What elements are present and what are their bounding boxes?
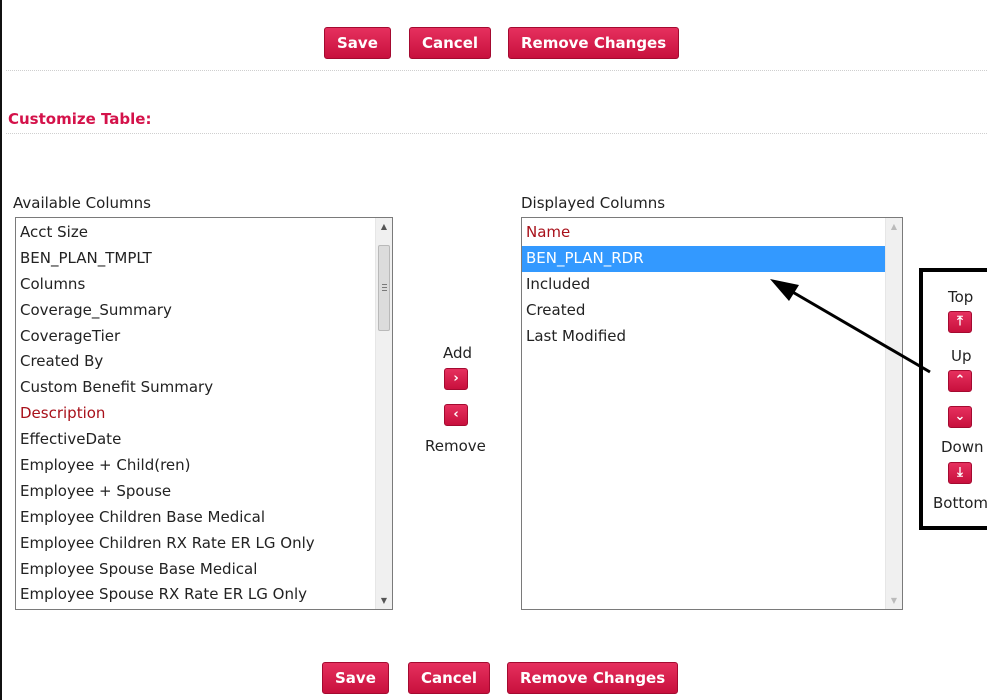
chevron-up-icon: ⌃ (954, 373, 966, 388)
up-label: Up (951, 347, 972, 365)
remove-changes-button-bottom[interactable]: Remove Changes (507, 662, 679, 694)
list-item[interactable]: BEN_PLAN_TMPLT (16, 246, 392, 272)
list-item[interactable]: Custom Benefit Summary (16, 375, 392, 401)
save-button-bottom[interactable]: Save (322, 662, 389, 694)
list-item[interactable]: Employee Children Base Medical (16, 505, 392, 531)
scroll-up-arrow-icon[interactable]: ▲ (886, 218, 902, 235)
move-top-button[interactable]: ⤒ (948, 311, 972, 333)
list-item[interactable]: Acct Size (16, 220, 392, 246)
scroll-thumb[interactable] (378, 245, 390, 331)
list-item[interactable]: Name (522, 220, 902, 246)
remove-label: Remove (425, 437, 486, 455)
displayed-columns-items: Name BEN_PLAN_RDR Included Created Last Modi… (522, 218, 902, 349)
list-item[interactable]: Included (522, 272, 902, 298)
list-item[interactable]: Employee Children RX Rate ER LG Only (16, 531, 392, 557)
scroll-up-arrow-icon[interactable]: ▲ (376, 218, 392, 235)
remove-button[interactable]: ‹ (444, 404, 468, 426)
displayed-columns-list[interactable]: Name BEN_PLAN_RDR Included Created Last Modi… (521, 217, 903, 610)
scroll-down-arrow-icon[interactable]: ▼ (376, 592, 392, 609)
column-order-panel: Top ⤒ Up ⌃ ⌄ Down ⤓ Bottom (919, 268, 987, 530)
chevron-down-icon: ⌄ (954, 409, 966, 424)
list-item[interactable]: Last Modified (522, 324, 902, 350)
displayed-columns-label: Displayed Columns (521, 194, 666, 212)
bottom-label: Bottom (933, 494, 987, 512)
move-up-button[interactable]: ⌃ (948, 370, 972, 392)
list-item[interactable]: Description (16, 401, 392, 427)
displayed-scrollbar[interactable]: ▲ ▼ (885, 218, 902, 609)
list-item[interactable]: EffectiveDate (16, 427, 392, 453)
list-item[interactable]: Created (522, 298, 902, 324)
list-item[interactable]: Created By (16, 349, 392, 375)
cancel-button-bottom[interactable]: Cancel (408, 662, 491, 694)
list-item[interactable]: Employee + Child(ren) (16, 453, 392, 479)
double-chevron-down-icon: ⤓ (957, 465, 963, 480)
down-label: Down (941, 438, 984, 456)
list-item[interactable]: Employee Spouse Base Medical (16, 557, 392, 583)
available-columns-items: Acct Size BEN_PLAN_TMPLT Columns Coverage_S… (16, 218, 392, 608)
chevron-left-icon: ‹ (453, 407, 459, 422)
add-button[interactable]: › (444, 368, 468, 390)
available-columns-list[interactable]: Acct Size BEN_PLAN_TMPLT Columns Coverage_S… (15, 217, 393, 610)
section-title: Customize Table: (8, 110, 152, 128)
cancel-button-top[interactable]: Cancel (409, 27, 492, 59)
available-columns-label: Available Columns (13, 194, 151, 212)
divider-title (6, 133, 987, 134)
list-item[interactable]: CoverageTier (16, 324, 392, 350)
list-item[interactable]: BEN_PLAN_RDR (522, 245, 902, 272)
list-item[interactable]: Coverage_Summary (16, 298, 392, 324)
top-label: Top (948, 288, 974, 306)
move-down-button[interactable]: ⌄ (948, 406, 972, 428)
list-item[interactable]: Employee + Spouse (16, 479, 392, 505)
remove-changes-button-top[interactable]: Remove Changes (508, 27, 680, 59)
move-bottom-button[interactable]: ⤓ (948, 462, 972, 484)
chevron-right-icon: › (453, 371, 459, 386)
add-label: Add (443, 344, 473, 362)
available-scrollbar[interactable]: ▲ ▼ (375, 218, 392, 609)
scroll-down-arrow-icon[interactable]: ▼ (886, 592, 902, 609)
double-chevron-up-icon: ⤒ (957, 314, 963, 329)
list-item[interactable]: Columns (16, 272, 392, 298)
list-item[interactable]: Employee Spouse RX Rate ER LG Only (16, 582, 392, 608)
save-button-top[interactable]: Save (324, 27, 391, 59)
divider-top (6, 70, 987, 71)
